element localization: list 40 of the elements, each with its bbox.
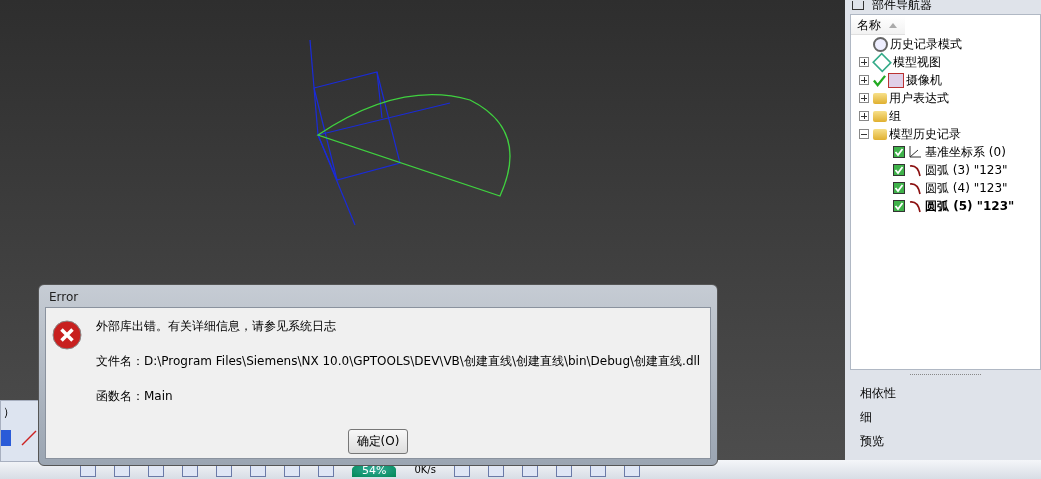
arc-icon — [908, 163, 922, 177]
tree-item[interactable]: 用户表达式 — [889, 89, 949, 107]
sort-arrow-icon — [889, 22, 897, 28]
tree-item[interactable]: 模型视图 — [893, 53, 941, 71]
tree-item[interactable]: 圆弧 (4) "123" — [925, 179, 1008, 197]
panel-section-header[interactable]: 预览 — [850, 429, 1041, 453]
panel-label: ） — [2, 404, 16, 421]
panel-section-header[interactable]: 细 — [850, 405, 1041, 429]
error-message: 外部库出错。有关详细信息，请参见系统日志 — [96, 318, 337, 335]
collapse-icon[interactable] — [859, 129, 869, 139]
checkbox-icon — [852, 1, 864, 10]
tree-item[interactable]: 历史记录模式 — [890, 35, 962, 53]
ok-button[interactable]: 确定(O) — [347, 429, 409, 454]
folder-icon — [873, 110, 887, 122]
line-icon[interactable] — [19, 428, 39, 448]
expand-icon[interactable] — [859, 111, 869, 121]
panel-section-header[interactable]: 相依性 — [850, 381, 1041, 405]
checkbox[interactable] — [893, 200, 905, 212]
tree-item[interactable]: 摄像机 — [906, 71, 942, 89]
column-header[interactable]: 名称 — [851, 16, 905, 35]
tree-item[interactable]: 圆弧 (3) "123" — [925, 161, 1008, 179]
folder-icon — [873, 92, 887, 104]
tree-item[interactable]: 模型历史记录 — [889, 125, 961, 143]
expand-icon[interactable] — [859, 93, 869, 103]
tree-item[interactable]: 组 — [889, 107, 901, 125]
checkbox[interactable] — [893, 182, 905, 194]
tree-item[interactable]: 圆弧 (5) "123" — [925, 197, 1015, 215]
expand-icon[interactable] — [859, 57, 869, 67]
checkbox[interactable] — [893, 146, 905, 158]
tree-item[interactable]: 基准坐标系 (0) — [925, 143, 1006, 161]
dialog-title: Error — [48, 289, 80, 306]
file-name-line: 文件名：D:\Program Files\Siemens\NX 10.0\GPTOOLS\DEV\VB\创建直线\创建直线\bin\Debug\创建直线.dll — [96, 353, 701, 370]
arc-icon — [908, 181, 922, 195]
function-name-line: 函数名：Main — [96, 388, 174, 405]
expand-icon[interactable] — [859, 75, 869, 85]
checkbox[interactable] — [893, 164, 905, 176]
axes-icon — [908, 145, 922, 159]
folder-icon — [873, 128, 887, 140]
arc-icon — [908, 199, 922, 213]
error-icon — [52, 320, 82, 350]
